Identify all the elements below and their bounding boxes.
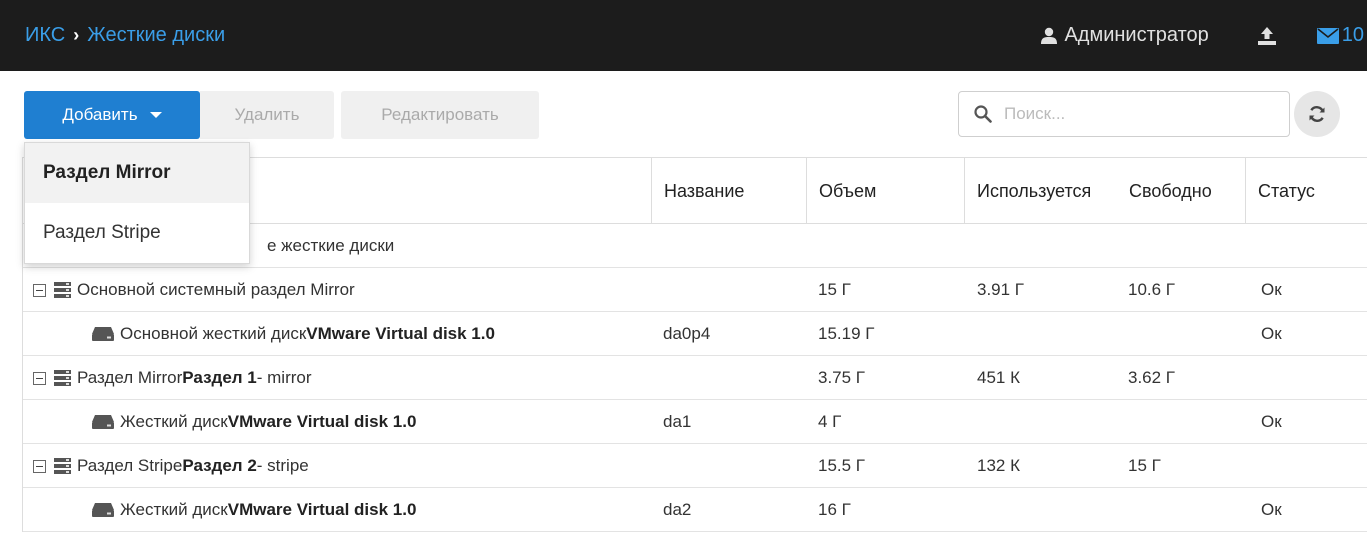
server-icon [54,282,71,298]
server-icon [54,458,71,474]
cell-size: 15.19 Г [818,324,875,343]
row-title-model: VMware Virtual disk 1.0 [227,412,417,431]
table-row[interactable]: Основной жесткий диск VMware Virtual dis… [23,312,1367,356]
breadcrumb-root-link[interactable]: ИКС [25,24,65,47]
envelope-icon [1316,27,1339,44]
row-title-type: - stripe [256,456,309,475]
row-title-text: Раздел Stripe [77,456,183,475]
cell-free: 3.62 Г [1128,368,1176,387]
row-title: Раздел Stripe Раздел 2 - stripe [33,444,309,488]
column-header-status[interactable]: Статус [1245,158,1367,224]
column-header-used[interactable]: Используется [964,158,1121,224]
table-row[interactable]: Раздел Stripe Раздел 2 - stripe 15.5 Г 1… [23,444,1367,488]
row-title: Основной жесткий диск VMware Virtual dis… [92,312,495,356]
row-title: Жесткий диск VMware Virtual disk 1.0 [92,488,416,532]
refresh-button[interactable] [1294,91,1340,137]
row-title: е жесткие диски [267,224,394,268]
top-bar: ИКС › Жесткие диски Администратор 10 [0,0,1367,71]
collapse-toggle-icon[interactable] [33,283,46,297]
cell-name: da2 [663,500,692,519]
cell-free: 10.6 Г [1128,280,1176,299]
server-icon [54,370,71,386]
hard-disk-icon [92,415,114,429]
table-row[interactable]: Жесткий диск VMware Virtual disk 1.0 da1… [23,400,1367,444]
add-button-label: Добавить [62,105,138,124]
delete-button-label: Удалить [234,105,300,124]
cell-name: da0p4 [663,324,711,343]
user-menu[interactable]: Администратор [1040,24,1209,47]
hard-disk-icon [92,503,114,517]
menu-item-mirror-partition[interactable]: Раздел Mirror [25,143,249,203]
cell-status: Ок [1261,412,1282,431]
search-icon [974,105,992,123]
row-title-text: Основной системный раздел Mirror [77,280,355,299]
user-icon [1041,27,1058,44]
table-row[interactable]: Основной системный раздел Mirror 15 Г 3.… [23,268,1367,312]
cell-size: 16 Г [818,500,851,519]
table-row[interactable]: Жесткий диск VMware Virtual disk 1.0 da2… [23,488,1367,532]
collapse-toggle-icon[interactable] [33,459,46,473]
cell-status: Ок [1261,280,1282,299]
row-title: Жесткий диск VMware Virtual disk 1.0 [92,400,416,444]
row-title: Основной системный раздел Mirror [33,268,355,312]
breadcrumb: ИКС › Жесткие диски [25,0,225,71]
row-title-partition: Раздел 2 [182,456,257,475]
search-input[interactable] [1004,104,1274,124]
cell-used: 132 К [977,456,1020,475]
row-title-model: VMware Virtual disk 1.0 [306,324,495,343]
row-title-text: Жесткий диск [120,412,228,431]
menu-item-stripe-partition[interactable]: Раздел Stripe [25,203,249,263]
row-title-text: е жесткие диски [267,236,395,255]
add-dropdown-menu: Раздел Mirror Раздел Stripe [24,142,250,264]
cell-status: Ок [1261,324,1282,343]
column-header-free[interactable]: Свободно [1121,158,1245,224]
upload-button[interactable] [1257,26,1277,46]
cell-size: 15 Г [818,280,851,299]
cell-status: Ок [1261,500,1282,519]
cell-size: 15.5 Г [818,456,866,475]
upload-icon [1257,26,1276,45]
column-header-name[interactable]: Название [651,158,805,224]
row-title-text: Основной жесткий диск [120,324,307,343]
edit-button[interactable]: Редактировать [341,91,539,139]
row-title-type: - mirror [256,368,312,387]
row-title-partition: Раздел 1 [182,368,257,387]
breadcrumb-separator-icon: › [73,25,80,45]
row-title: Раздел Mirror Раздел 1 - mirror [33,356,312,400]
search-box[interactable] [958,91,1290,137]
cell-size: 3.75 Г [818,368,866,387]
collapse-toggle-icon[interactable] [33,371,46,385]
delete-button[interactable]: Удалить [200,91,334,139]
row-title-model: VMware Virtual disk 1.0 [227,500,417,519]
table-row[interactable]: Раздел Mirror Раздел 1 - mirror 3.75 Г 4… [23,356,1367,400]
breadcrumb-current[interactable]: Жесткие диски [87,24,225,47]
cell-used: 451 К [977,368,1020,387]
refresh-icon [1309,106,1325,122]
hard-disk-icon [92,327,114,341]
cell-free: 15 Г [1128,456,1161,475]
cell-used: 3.91 Г [977,280,1025,299]
edit-button-label: Редактировать [381,105,499,124]
user-name: Администратор [1064,24,1209,46]
messages-button[interactable]: 10 [1316,24,1364,47]
messages-count: 10 [1341,24,1364,46]
column-header-size[interactable]: Объем [806,158,964,224]
row-title-text: Жесткий диск [120,500,228,519]
row-title-text: Раздел Mirror [77,368,183,387]
caret-down-icon [149,112,162,118]
cell-name: da1 [663,412,692,431]
cell-size: 4 Г [818,412,842,431]
add-button[interactable]: Добавить [24,91,200,139]
